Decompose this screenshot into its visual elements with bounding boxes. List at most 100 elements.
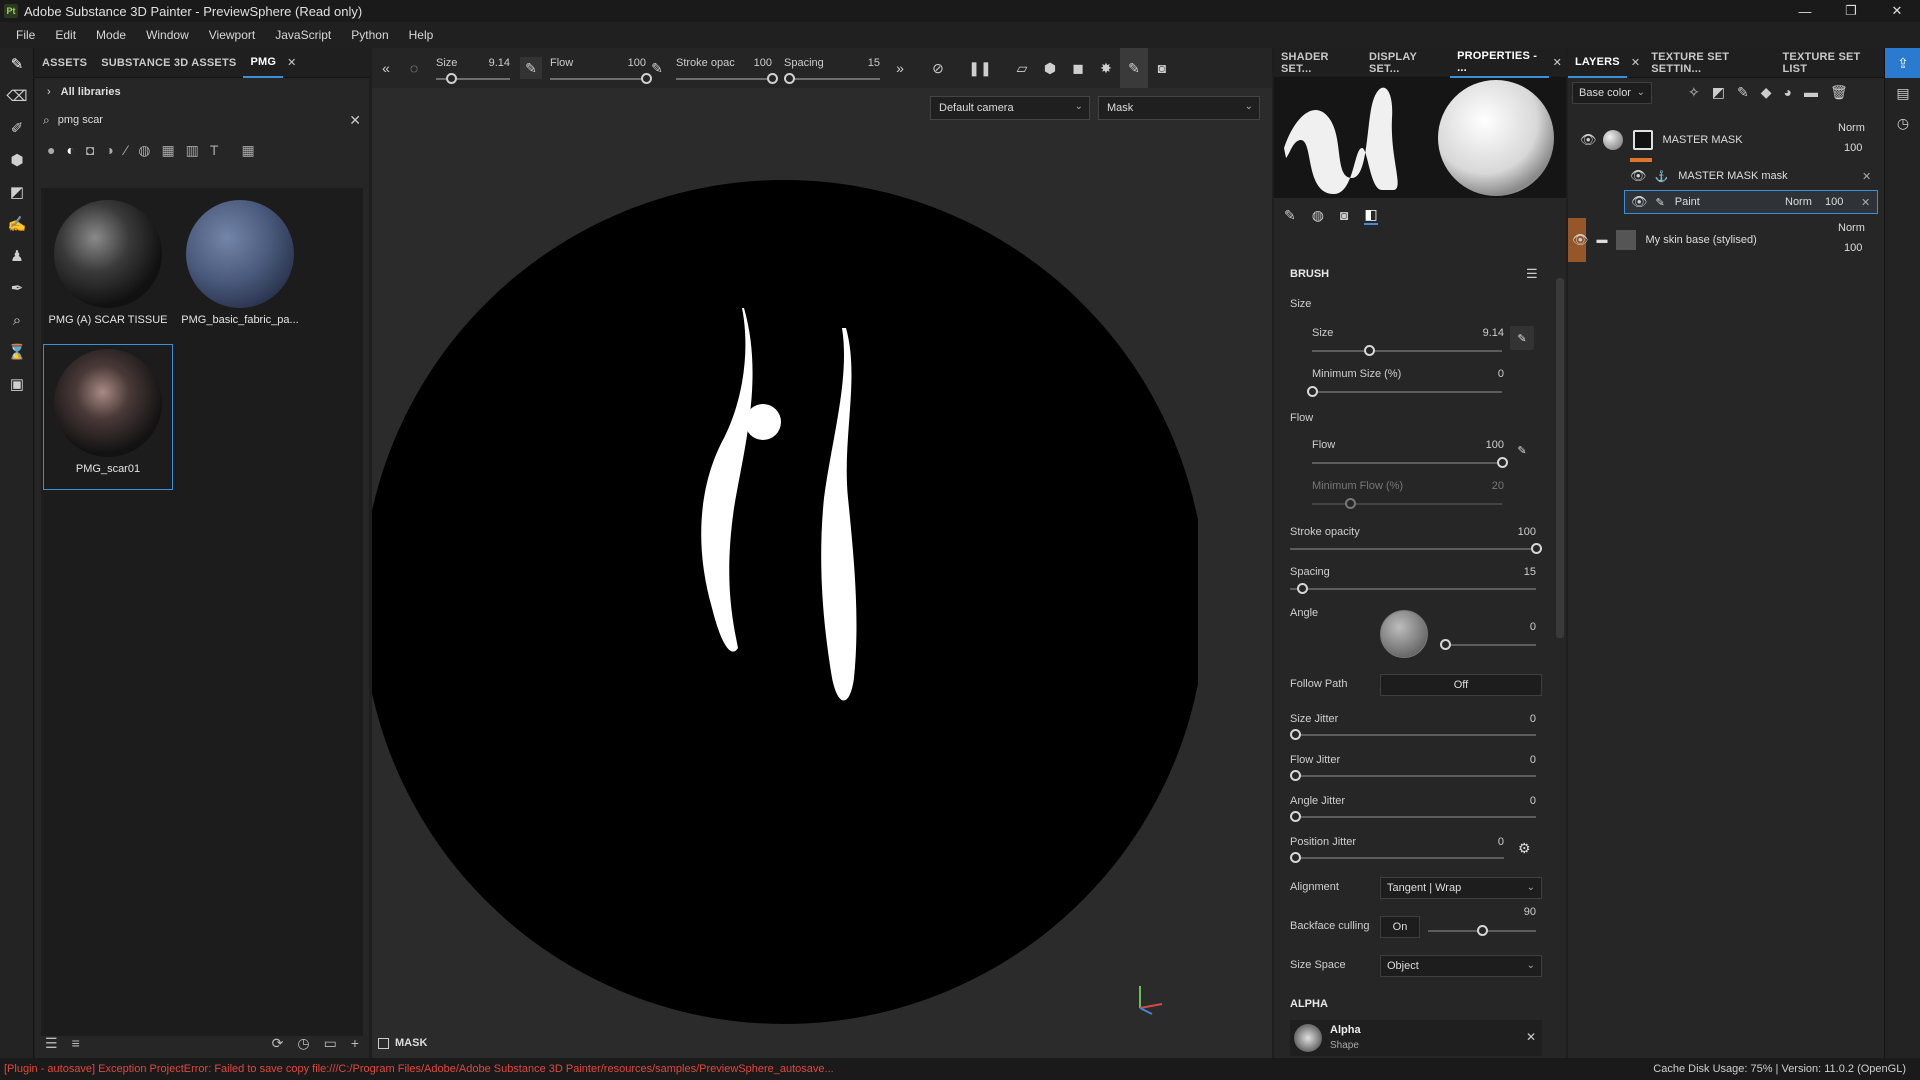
library-breadcrumb[interactable]: › All libraries: [35, 78, 369, 106]
expand-toolbar-icon[interactable]: »: [886, 48, 914, 88]
size-pressure-icon[interactable]: ✎: [1510, 326, 1534, 350]
paint-mode-icon[interactable]: ✎: [1120, 48, 1148, 88]
blend-mode-dropdown[interactable]: Norm: [1838, 122, 1865, 134]
layer-row-master-mask[interactable]: 👁 MASTER MASK Norm 100: [1568, 118, 1884, 162]
tab-substance-3d-assets[interactable]: SUBSTANCE 3D ASSETS: [94, 48, 243, 78]
asset-tile[interactable]: PMG (A) SCAR TISSUE: [43, 196, 173, 342]
view-2d-icon[interactable]: ▱: [1008, 48, 1036, 88]
position-jitter-slider[interactable]: [1290, 852, 1504, 863]
menu-help[interactable]: Help: [399, 28, 444, 42]
gear-icon[interactable]: ⚙: [1518, 840, 1531, 857]
blend-mode-dropdown[interactable]: Norm: [1785, 196, 1812, 208]
collapse-left-icon[interactable]: «: [372, 48, 400, 88]
smart-material-filter-icon[interactable]: ◐: [66, 142, 74, 158]
layer-row-folder[interactable]: 👁 ▬ My skin base (stylised) Norm 100: [1568, 218, 1884, 262]
visibility-eye-icon[interactable]: 👁: [1572, 232, 1589, 248]
camera-icon[interactable]: ◼: [1064, 48, 1092, 88]
flow-slider[interactable]: [1312, 457, 1508, 468]
layer-opacity-value[interactable]: 100: [1844, 242, 1862, 254]
slider-knob[interactable]: [1290, 811, 1301, 822]
brush-shape-icon[interactable]: ◌: [400, 48, 428, 88]
error-message[interactable]: [Plugin - autosave] Exception ProjectErr…: [0, 1063, 1653, 1075]
delete-layer-icon[interactable]: 🗑: [1830, 84, 1848, 101]
slider-knob[interactable]: [1290, 729, 1301, 740]
brush-filter-icon[interactable]: ⁄: [125, 142, 127, 158]
filter-list-icon[interactable]: ≡: [72, 1035, 80, 1051]
layer-row-paint[interactable]: 👁 ✎ Paint Norm 100 ✕: [1624, 190, 1878, 214]
layer-opacity-value[interactable]: 100: [1825, 196, 1843, 208]
size-slider[interactable]: [1312, 345, 1502, 356]
mask-thumbnail-icon[interactable]: [1632, 130, 1653, 150]
mask-checkbox[interactable]: [378, 1037, 389, 1049]
restore-button[interactable]: ❐: [1828, 0, 1874, 22]
stencil-tab-icon[interactable]: ◙: [1340, 207, 1348, 223]
spacing-slider[interactable]: Spacing 15: [783, 48, 880, 88]
grid-view-icon[interactable]: ▦: [241, 142, 254, 159]
camera-dropdown[interactable]: Default camera ⌄: [930, 96, 1090, 120]
clone-tool-icon[interactable]: ♟: [0, 240, 34, 272]
text-tool-icon[interactable]: ⌕: [0, 304, 34, 336]
symmetry-icon[interactable]: ⊘: [924, 48, 952, 88]
clear-search-icon[interactable]: ✕: [349, 112, 361, 129]
angle-dial[interactable]: [1380, 610, 1428, 658]
measure-tool-icon[interactable]: ⌛: [0, 336, 34, 368]
alignment-dropdown[interactable]: Tangent | Wrap ⌄: [1380, 877, 1542, 899]
tab-display-settings[interactable]: DISPLAY SET...: [1362, 48, 1450, 78]
add-effect-icon[interactable]: ✧: [1688, 84, 1700, 101]
slider-knob[interactable]: [1497, 457, 1508, 468]
list-view-icon[interactable]: ☰: [45, 1035, 58, 1052]
mask-tab-icon[interactable]: ◧: [1364, 206, 1378, 225]
bake-tool-icon[interactable]: ▣: [0, 368, 34, 400]
angle-slider[interactable]: [1440, 639, 1536, 650]
polygon-fill-tool-icon[interactable]: ◩: [0, 176, 34, 208]
add-smart-material-icon[interactable]: ◕: [1783, 84, 1791, 101]
texture-filter-icon[interactable]: ▦: [161, 142, 174, 159]
tab-layers[interactable]: LAYERS: [1568, 48, 1627, 78]
size-jitter-slider[interactable]: [1290, 729, 1536, 740]
tab-texture-set-list[interactable]: TEXTURE SET LIST: [1775, 48, 1884, 78]
size-slider[interactable]: Size 9.14: [436, 48, 510, 88]
flow-jitter-slider[interactable]: [1290, 770, 1536, 781]
tab-assets[interactable]: ASSETS: [35, 48, 94, 78]
brush-tab-icon[interactable]: ✎: [1284, 207, 1296, 224]
slider-knob[interactable]: [1307, 386, 1318, 397]
lighting-icon[interactable]: ✸: [1092, 48, 1120, 88]
minimize-button[interactable]: —: [1782, 0, 1828, 22]
slider-knob[interactable]: [1290, 770, 1301, 781]
visibility-eye-icon[interactable]: 👁: [1580, 132, 1597, 148]
geometry-fill-tool-icon[interactable]: ⬢: [0, 144, 34, 176]
close-tab-icon[interactable]: ✕: [1549, 48, 1566, 78]
spacing-slider[interactable]: [1290, 583, 1536, 594]
slider-knob[interactable]: [767, 72, 778, 84]
channel-view-dropdown[interactable]: Mask ⌄: [1098, 96, 1260, 120]
new-folder-icon[interactable]: ▭: [324, 1035, 337, 1052]
menu-window[interactable]: Window: [136, 28, 199, 42]
pen-pressure-icon[interactable]: ✎: [520, 57, 542, 79]
material-tab-icon[interactable]: ◍: [1312, 207, 1324, 224]
material-filter-icon[interactable]: ●: [47, 142, 55, 158]
slider-knob[interactable]: [1297, 583, 1309, 594]
stroke-opacity-slider[interactable]: Stroke opac 100: [676, 48, 778, 88]
menu-javascript[interactable]: JavaScript: [265, 28, 341, 42]
channel-dropdown[interactable]: Base color ⌄: [1572, 82, 1652, 104]
mask-canvas[interactable]: [372, 178, 1198, 1028]
asset-tile-selected[interactable]: PMG_scar01: [43, 344, 173, 490]
slider-knob[interactable]: [641, 72, 652, 84]
add-mask-icon[interactable]: ◩: [1712, 84, 1725, 101]
projection-tool-icon[interactable]: ✐: [0, 112, 34, 144]
paint-brush-tool-icon[interactable]: ✎: [0, 48, 34, 80]
flow-slider[interactable]: Flow 100: [550, 48, 652, 88]
section-menu-icon[interactable]: ☰: [1526, 266, 1538, 282]
layer-opacity-value[interactable]: 100: [1844, 142, 1862, 154]
visibility-eye-icon[interactable]: 👁: [1630, 168, 1647, 184]
view-3d-icon[interactable]: ⬢: [1036, 48, 1064, 88]
remove-layer-icon[interactable]: ✕: [1861, 196, 1870, 209]
menu-file[interactable]: File: [6, 28, 45, 42]
asset-tile[interactable]: PMG_basic_fabric_pa...: [175, 196, 305, 342]
smart-mask-filter-icon[interactable]: ◑: [105, 142, 113, 158]
backface-angle-slider[interactable]: [1428, 925, 1536, 936]
smudge-tool-icon[interactable]: ✍: [0, 208, 34, 240]
search-input[interactable]: [57, 114, 342, 126]
follow-path-toggle[interactable]: Off: [1380, 674, 1542, 696]
slider-knob[interactable]: [1364, 345, 1375, 356]
